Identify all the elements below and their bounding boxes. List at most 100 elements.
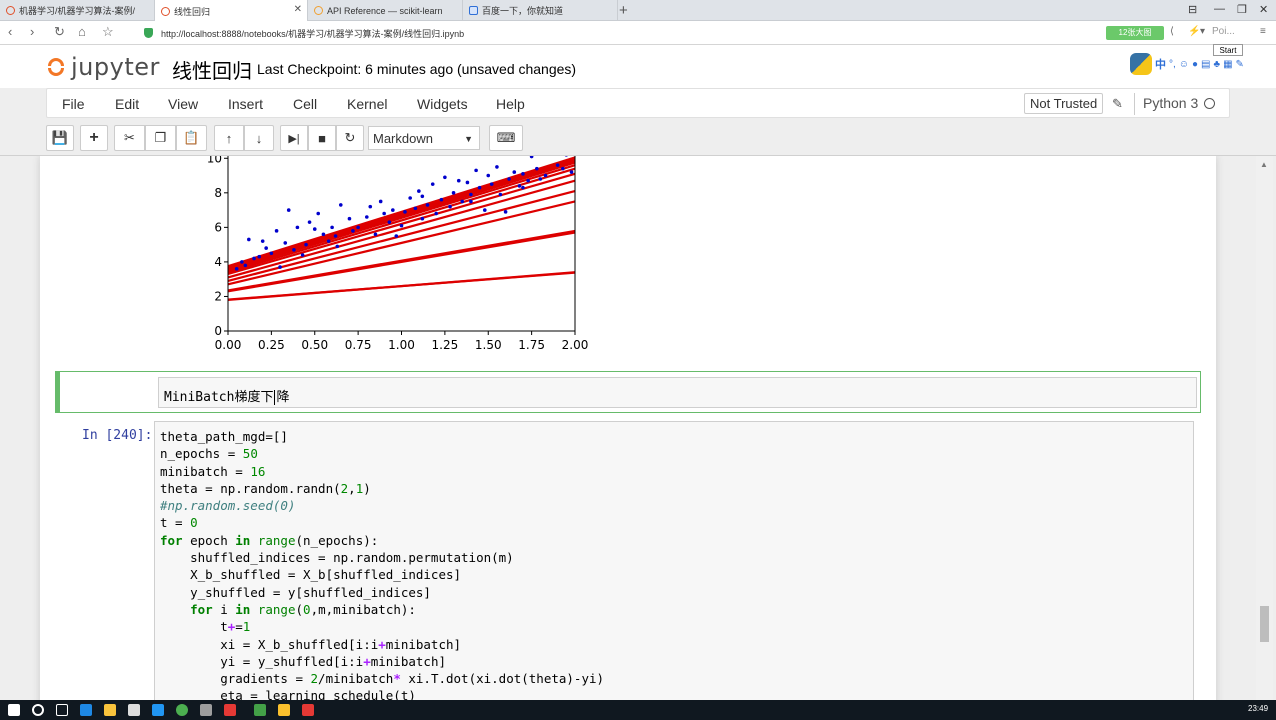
back-icon[interactable]: ‹ (8, 24, 12, 39)
copy-button[interactable]: ❐ (145, 125, 176, 151)
scrollbar-thumb[interactable] (1260, 606, 1269, 642)
notebook-name[interactable]: 线性回归 (172, 55, 252, 84)
jupyter-logo[interactable]: jupyter (46, 53, 160, 81)
browser-menu-icon[interactable]: ≡ (1260, 26, 1266, 37)
x-tick-label: 0.00 (215, 338, 242, 352)
lightning-icon[interactable]: ⚡ (1188, 26, 1200, 37)
ime-mic-icon[interactable]: ● (1192, 59, 1198, 70)
code-line: xi = X_b_shuffled[i:i+minibatch] (160, 636, 462, 652)
browser-tab-active[interactable]: 线性回归 ✕ (155, 0, 308, 22)
reload-icon[interactable]: ↻ (54, 24, 65, 40)
interrupt-button[interactable]: ■ (308, 125, 336, 151)
app-icon[interactable] (254, 704, 266, 716)
ime-tools-icon[interactable]: ✎ (1236, 59, 1244, 70)
image-badge[interactable]: 12张大图 (1106, 26, 1164, 40)
task-view-icon[interactable] (56, 704, 68, 716)
ime-settings-icon[interactable]: ▦ (1223, 59, 1232, 70)
notebook-menubar: File Edit View Insert Cell Kernel Widget… (46, 88, 1230, 118)
move-up-button[interactable]: ↑ (214, 125, 244, 151)
not-trusted-button[interactable]: Not Trusted (1024, 93, 1104, 114)
menu-widgets[interactable]: Widgets (417, 96, 468, 112)
start-button[interactable]: Start (1213, 44, 1243, 56)
windows-start-icon[interactable] (8, 704, 20, 716)
mail-icon[interactable] (128, 704, 140, 716)
menu-file[interactable]: File (62, 96, 85, 112)
home-icon[interactable]: ⌂ (78, 24, 86, 39)
insert-cell-button[interactable]: + (80, 125, 108, 151)
extension-dropdown-icon[interactable]: ▾ (1200, 26, 1205, 37)
browser-tab[interactable]: 百度一下，你就知道 (463, 0, 618, 21)
browser-tab[interactable]: 机器学习/机器学习算法-案例/ (0, 0, 155, 21)
data-point (347, 216, 352, 221)
notebook-container: 0.00 0.25 0.50 0.75 1.00 1.25 1.50 1.75 2.00 0 2 4 6… (40, 156, 1216, 700)
scroll-up-icon[interactable]: ▲ (1260, 160, 1268, 169)
forward-icon[interactable]: › (30, 24, 34, 39)
menu-insert[interactable]: Insert (228, 96, 263, 112)
share-icon[interactable]: ⟨ (1170, 26, 1174, 37)
data-point (538, 177, 543, 181)
checkpoint-status: Last Checkpoint: 6 minutes ago (unsaved … (257, 61, 577, 77)
data-point (526, 178, 530, 183)
edge-icon[interactable] (80, 704, 92, 716)
code-line: for epoch in range(n_epochs): (160, 532, 379, 548)
data-point (335, 244, 340, 249)
new-tab-icon[interactable]: + (619, 2, 628, 19)
data-point (368, 204, 373, 209)
save-button[interactable]: 💾 (46, 125, 74, 151)
bookmark-star-icon[interactable]: ☆ (102, 24, 114, 40)
code-cell-prompt: In [240]: (82, 428, 153, 443)
y-tick-label: 6 (214, 220, 222, 234)
search-icon[interactable] (32, 704, 44, 716)
command-palette-button[interactable]: ⌨ (489, 125, 523, 151)
app-icon[interactable] (200, 704, 212, 716)
extension-label[interactable]: Poi... (1212, 26, 1235, 37)
taskbar-clock[interactable]: 23:49 (1248, 704, 1268, 713)
ime-emoji-icon[interactable]: ☺ (1179, 59, 1189, 70)
markdown-cell-selected[interactable]: MiniBatch梯度下降 (55, 371, 1201, 413)
x-tick-label: 1.75 (518, 338, 545, 352)
plus-icon: + (89, 129, 99, 146)
menu-edit[interactable]: Edit (115, 96, 139, 112)
menu-view[interactable]: View (168, 96, 198, 112)
browser-nav-bar: ‹ › ↻ ⌂ ☆ http://localhost:8888/notebook… (0, 21, 1276, 45)
code-line: y_shuffled = y[shuffled_indices] (160, 584, 431, 600)
close-window-icon[interactable]: ✕ (1259, 3, 1268, 16)
data-point (378, 199, 383, 204)
edit-pencil-icon[interactable]: ✎ (1112, 96, 1123, 112)
app-icon[interactable] (302, 704, 314, 716)
data-point (448, 204, 452, 209)
app-icon[interactable] (224, 704, 236, 716)
restart-button[interactable]: ↻ (336, 125, 364, 151)
data-point (234, 267, 239, 271)
data-point (512, 170, 517, 174)
browser-app-icon[interactable] (176, 704, 188, 716)
minimize-icon[interactable]: — (1214, 3, 1225, 15)
run-button[interactable]: ▶| (280, 125, 308, 151)
notebook-scroll-area[interactable]: 0.00 0.25 0.50 0.75 1.00 1.25 1.50 1.75 2.00 0 2 4 6… (0, 156, 1276, 700)
browser-tab[interactable]: API Reference — scikit-learn (308, 0, 463, 21)
maximize-icon[interactable]: ❐ (1237, 3, 1247, 16)
move-down-button[interactable]: ↓ (244, 125, 274, 151)
ime-keyboard-icon[interactable]: ▤ (1201, 59, 1210, 70)
data-point (403, 210, 407, 214)
ime-language[interactable]: 中 (1155, 56, 1166, 72)
app-icon[interactable] (278, 704, 290, 716)
markdown-cell-editor[interactable]: MiniBatch梯度下降 (158, 377, 1197, 408)
ime-skin-icon[interactable]: ♣ (1214, 59, 1221, 70)
menu-cell[interactable]: Cell (293, 96, 317, 112)
code-line: n_epochs = 50 (160, 446, 258, 462)
ime-toolbar[interactable]: 中 °, ☺ ● ▤ ♣ ▦ ✎ (1130, 53, 1244, 75)
tab-list-icon[interactable]: ⊟ (1188, 3, 1197, 16)
menu-kernel[interactable]: Kernel (347, 96, 387, 112)
ime-punct-icon[interactable]: °, (1169, 59, 1176, 70)
scrollbar[interactable]: ▲ (1256, 156, 1273, 700)
cell-type-select[interactable]: Markdown ▼ (368, 126, 480, 150)
store-icon[interactable] (152, 704, 164, 716)
menu-help[interactable]: Help (496, 96, 525, 112)
cut-button[interactable]: ✂ (114, 125, 145, 151)
address-bar[interactable]: http://localhost:8888/notebooks/机器学习/机器学… (128, 24, 1098, 42)
paste-button[interactable]: 📋 (176, 125, 207, 151)
file-explorer-icon[interactable] (104, 704, 116, 716)
close-tab-icon[interactable]: ✕ (294, 4, 302, 15)
code-cell-editor[interactable]: theta_path_mgd=[] n_epochs = 50 minibatch … (154, 421, 1194, 700)
